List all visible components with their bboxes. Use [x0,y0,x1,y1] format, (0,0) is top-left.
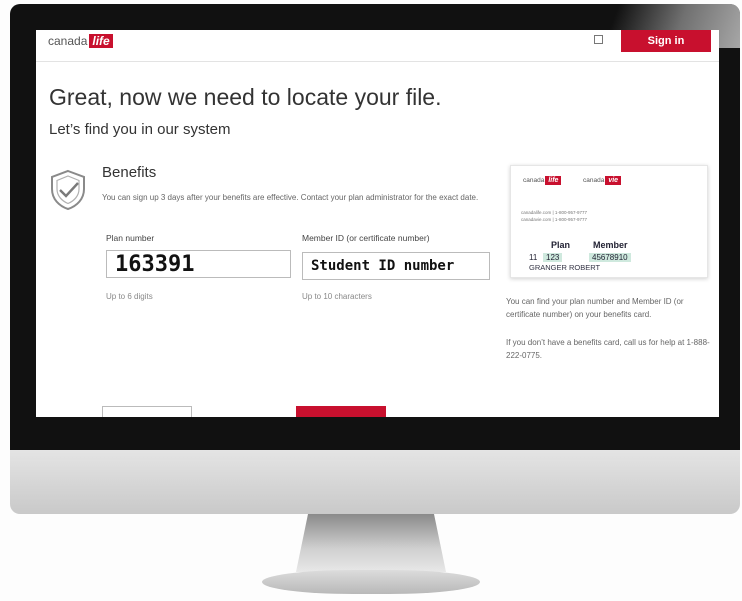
card-plan-value: 123 [543,253,563,262]
logo-badge: life [89,34,113,48]
card-logo-life-badge: life [545,176,562,185]
card-contact-line-2: canadavie.com | 1-800-957-9777 [521,217,587,222]
no-card-help-text: If you don’t have a benefits card, call … [506,338,710,360]
card-member-heading: Member [593,240,628,250]
card-member-value: 45678910 [589,253,631,262]
monitor-stand-neck [296,514,446,572]
card-logo-life: canada life [523,176,562,185]
site-header: canada life Sign in [36,30,719,62]
card-logo-vie-badge: vie [605,176,622,185]
card-plan-heading: Plan [551,240,571,250]
benefits-card-image: canada life canada vie canadalife.com | 1-… [510,165,708,278]
monitor-chin [10,450,740,514]
page-subtitle: Let’s find you in our system [49,121,231,138]
web-page: canada life Sign in Great, now we need to… [36,30,719,417]
logo-text: canada [48,34,88,48]
plan-number-hint: Up to 6 digits [106,292,153,301]
plan-number-label: Plan number [106,233,155,243]
language-icon[interactable] [594,35,603,44]
benefits-description: You can sign up 3 days after your benefi… [102,193,479,202]
card-logo-vie-text: canada [583,177,605,184]
member-id-label: Member ID (or certificate number) [302,233,430,243]
monitor-photo: canada life Sign in Great, now we need to… [0,0,742,601]
back-button[interactable] [102,406,192,417]
benefits-heading: Benefits [102,164,157,181]
card-holder-name: GRANGER ROBERT [529,263,601,272]
canada-life-logo[interactable]: canada life [48,34,113,48]
sign-in-button[interactable]: Sign in [621,30,711,52]
card-logo-vie: canada vie [583,176,622,185]
shield-check-icon [51,169,85,211]
member-id-input[interactable]: Student ID number [302,252,490,280]
page-title: Great, now we need to locate your file. [49,84,442,110]
monitor-stand-base [262,570,480,594]
member-id-hint: Up to 10 characters [302,292,372,301]
card-help-text: You can find your plan number and Member… [506,297,684,319]
card-logo-life-text: canada [523,177,545,184]
continue-button[interactable] [296,406,386,417]
plan-number-input[interactable]: 163391 [106,250,291,278]
card-row-prefix: 11 [529,253,538,262]
card-contact-line-1: canadalife.com | 1-800-957-9777 [521,210,587,215]
